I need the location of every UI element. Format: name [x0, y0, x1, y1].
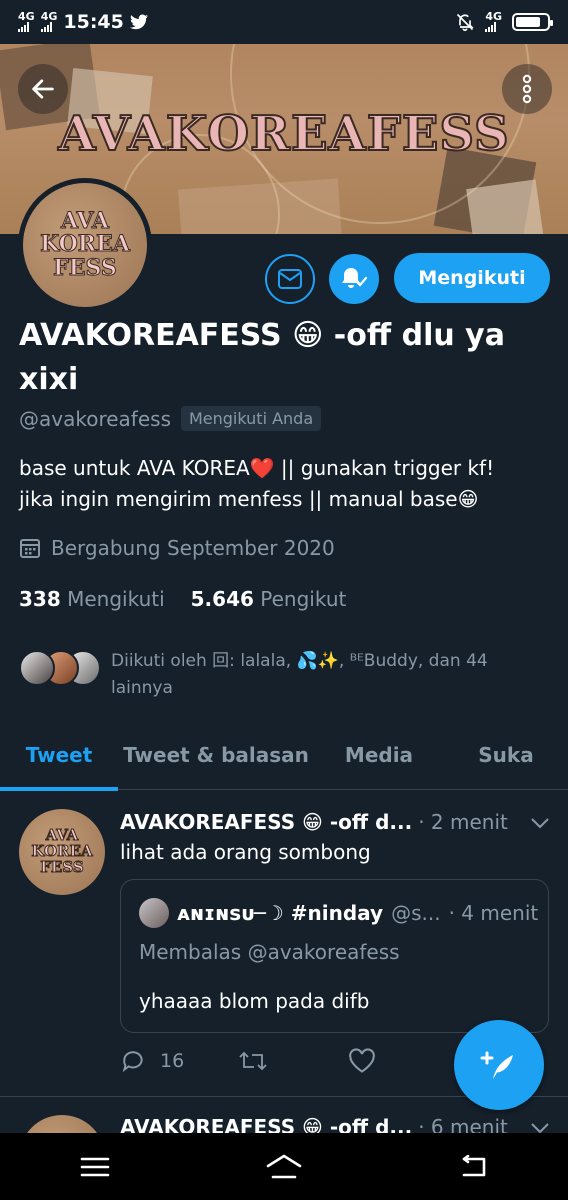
tab-media[interactable]: Media	[314, 720, 444, 790]
envelope-icon	[278, 269, 302, 289]
clock: 15:45	[63, 11, 124, 33]
tweet-menu-button[interactable]	[530, 810, 550, 834]
network-indicator-1: 4G	[18, 10, 35, 32]
tweet-author-name[interactable]: AVAKOREAFESS 😁 -off d...	[120, 810, 412, 834]
avatar-logo-line: FESS	[53, 254, 118, 281]
signal-icon	[40, 22, 52, 32]
avatar-logo: AVA KOREA FESS	[40, 208, 131, 281]
profile-handle: @avakoreafess	[19, 406, 171, 431]
profile-tabs: Tweet Tweet & balasan Media Suka	[0, 720, 568, 791]
system-nav-bar	[0, 1133, 568, 1200]
twitter-icon	[129, 14, 148, 30]
menu-icon	[80, 1157, 109, 1176]
notifications-button[interactable]	[329, 254, 379, 304]
avatar-logo-line: AVA	[61, 208, 110, 235]
tab-tweet-replies[interactable]: Tweet & balasan	[118, 720, 314, 790]
tweet-header: AVAKOREAFESS 😁 -off d... · 2 menit	[120, 810, 550, 834]
tab-tweet[interactable]: Tweet	[0, 720, 118, 791]
quoted-author-name: ᴀɴɪɴsᴜ─☽ #ninday	[177, 901, 384, 925]
bell-check-icon	[342, 268, 368, 288]
reply-button[interactable]: 16	[120, 1048, 238, 1074]
like-button[interactable]	[348, 1048, 376, 1074]
menu-button[interactable]	[65, 1142, 125, 1192]
network-indicator-3: 4G	[485, 10, 502, 32]
profile-bio: base untuk AVA KOREA❤️ || gunakan trigge…	[19, 453, 549, 515]
profile-name: AVAKOREAFESS 😁 -off dlu ya xixi	[19, 318, 505, 397]
avatar-logo-line: KOREA	[40, 231, 131, 258]
replying-to: Membalas @avakoreafess	[139, 940, 400, 964]
avatar-logo-line: FESS	[40, 857, 84, 876]
home-button[interactable]	[254, 1142, 314, 1192]
quoted-tweet-time: · 4 menit	[448, 901, 539, 925]
followed-by-text: Diikuti oleh 回: lalala, 💦✨, ᴮᴱBuddy, dan…	[111, 648, 531, 702]
followed-by[interactable]: Diikuti oleh 回: lalala, 💦✨, ᴮᴱBuddy, dan…	[19, 648, 531, 702]
followed-by-line: lainnya	[111, 678, 173, 698]
quoted-tweet[interactable]: ᴀɴɪɴsᴜ─☽ #ninday @s... · 4 menit Membala…	[120, 879, 549, 1033]
quoted-tweet-text: yhaaaa blom pada difb	[139, 989, 370, 1013]
handle-row: @avakoreafess Mengikuti Anda	[19, 406, 322, 431]
joined-text: Bergabung September 2020	[51, 536, 335, 560]
tweet-time: · 2 menit	[418, 810, 508, 834]
quoted-tweet-header: ᴀɴɪɴsᴜ─☽ #ninday @s... · 4 menit	[139, 898, 538, 928]
battery-level	[516, 17, 540, 27]
retweet-button[interactable]	[238, 1049, 348, 1073]
tweet-actions: 16	[120, 1048, 376, 1074]
chevron-down-icon	[531, 818, 549, 829]
home-icon	[266, 1154, 302, 1178]
more-vertical-icon	[522, 74, 532, 104]
arrow-left-icon	[32, 79, 54, 99]
profile-stats: 338 Mengikuti 5.646 Pengikut	[19, 587, 346, 611]
network-label-1: 4G	[18, 10, 35, 23]
avatar-logo: AVA KOREA FESS	[31, 827, 93, 876]
battery-icon	[512, 13, 553, 31]
banner-title: AVAKOREAFESS	[57, 105, 510, 163]
following-button[interactable]: Mengikuti	[394, 253, 550, 303]
followers-label: Pengikut	[260, 587, 347, 611]
following-label: Mengikuti	[67, 587, 165, 611]
signal-icon	[18, 22, 29, 32]
followers-count: 5.646	[190, 587, 254, 611]
message-button[interactable]	[265, 254, 315, 304]
retweet-icon	[239, 1051, 267, 1071]
joined-date: Bergabung September 2020	[19, 536, 335, 560]
avatar	[19, 650, 55, 686]
network-label-2: 4G	[40, 10, 58, 23]
reply-icon	[122, 1051, 143, 1073]
following-count: 338	[19, 587, 61, 611]
back-nav-button[interactable]	[443, 1142, 503, 1192]
status-bar: 4G 4G 15:45 4G	[0, 0, 568, 44]
mute-icon	[457, 13, 474, 32]
tweet-avatar[interactable]: AVA KOREA FESS	[19, 809, 105, 895]
bio-line: jika ingin mengirim menfess || manual ba…	[19, 487, 479, 511]
compose-tweet-button[interactable]	[454, 1020, 544, 1110]
network-indicator-2: 4G	[40, 10, 58, 32]
reply-count: 16	[160, 1050, 185, 1072]
more-options-button[interactable]	[502, 64, 552, 114]
followed-by-line: Diikuti oleh 回: lalala, 💦✨, ᴮᴱBuddy, dan…	[111, 651, 488, 671]
heart-icon	[349, 1048, 375, 1073]
avatar	[139, 898, 169, 928]
following-stat[interactable]: 338 Mengikuti	[19, 587, 165, 611]
network-label-3: 4G	[485, 10, 502, 23]
calendar-icon	[20, 539, 40, 558]
followers-stat[interactable]: 5.646 Pengikut	[191, 587, 347, 611]
bio-line: base untuk AVA KOREA❤️ || gunakan trigge…	[19, 456, 495, 480]
signal-icon	[485, 22, 497, 32]
feather-plus-icon	[480, 1051, 513, 1079]
follows-you-badge: Mengikuti Anda	[180, 406, 322, 431]
quoted-author-handle: @s...	[391, 901, 441, 925]
tab-likes[interactable]: Suka	[444, 720, 568, 790]
tweet-text: lihat ada orang sombong	[120, 840, 371, 864]
back-button[interactable]	[18, 64, 68, 114]
follower-avatars	[19, 648, 101, 688]
back-icon	[463, 1154, 486, 1176]
profile-avatar[interactable]: AVA KOREA FESS	[18, 178, 152, 312]
